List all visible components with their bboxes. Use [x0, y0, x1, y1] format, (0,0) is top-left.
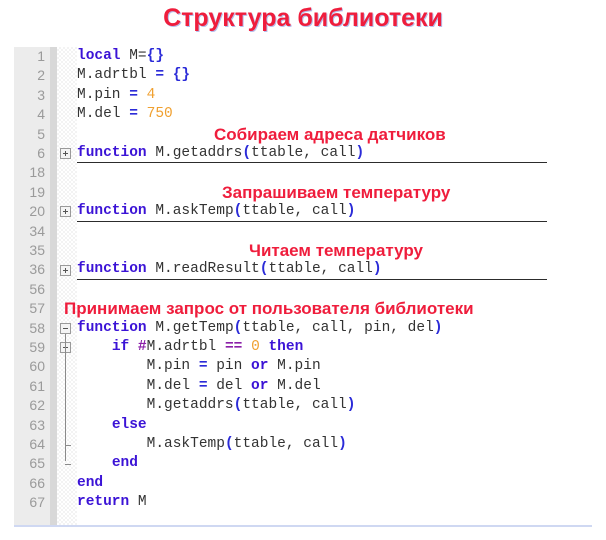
- line-number: 56: [29, 280, 45, 297]
- code-editor[interactable]: 1 local M={} 2 M.adrtbl = {} 3 M.pin = 4 4 M.de…: [14, 47, 592, 527]
- fold-expand-icon[interactable]: [60, 148, 71, 160]
- section-annotation: Собираем адреса датчиков: [214, 124, 446, 144]
- line-number: 4: [37, 106, 45, 123]
- code-line[interactable]: 64 M.askTemp(ttable, call): [14, 435, 592, 454]
- section-annotation: Запрашиваем температуру: [222, 182, 451, 202]
- code-line[interactable]: 66 end: [14, 474, 592, 493]
- line-number: 63: [29, 416, 45, 433]
- code-text: function M.getaddrs(ttable, call): [77, 145, 365, 161]
- line-number: 18: [29, 164, 45, 181]
- code-text: M.pin = 4: [77, 86, 156, 103]
- code-text: local M={}: [77, 48, 165, 64]
- code-line[interactable]: 3 M.pin = 4: [14, 86, 592, 105]
- code-text: M.pin = pin or M.pin: [77, 358, 321, 375]
- declaration-underline: [77, 278, 547, 280]
- code-line[interactable]: 58 function M.getTemp(ttable, call, pin, …: [14, 319, 592, 338]
- code-text: M.del = 750: [77, 106, 173, 123]
- line-number: 60: [29, 358, 45, 375]
- code-text: function M.readResult(ttable, call): [77, 261, 382, 278]
- fold-expand-icon[interactable]: [60, 206, 71, 218]
- section-annotation: Принимаем запрос от пользователя библиот…: [64, 299, 474, 319]
- code-line[interactable]: 60 M.pin = pin or M.pin: [14, 357, 592, 376]
- declaration-underline: [77, 162, 547, 164]
- line-number: 67: [29, 494, 45, 511]
- line-number: 66: [29, 474, 45, 491]
- declaration-underline: [77, 220, 547, 222]
- code-text: return M: [77, 494, 147, 511]
- line-number: 57: [29, 300, 45, 317]
- code-line[interactable]: 1 local M={}: [14, 47, 592, 66]
- line-number: 5: [37, 125, 45, 142]
- code-text: M.getaddrs(ttable, call): [77, 397, 356, 414]
- code-text: function M.askTemp(ttable, call): [77, 203, 356, 220]
- code-line[interactable]: 18: [14, 163, 592, 182]
- code-line[interactable]: 56: [14, 280, 592, 299]
- fold-expand-icon[interactable]: [60, 264, 71, 276]
- code-line[interactable]: 6 function M.getaddrs(ttable, call): [14, 144, 592, 163]
- line-number: 2: [37, 67, 45, 84]
- code-line[interactable]: 36 function M.readResult(ttable, call): [14, 260, 592, 279]
- line-number: 61: [29, 377, 45, 394]
- code-text: M.adrtbl = {}: [77, 67, 191, 84]
- code-line[interactable]: 63 else: [14, 416, 592, 435]
- line-number: 6: [37, 145, 45, 161]
- line-number: 3: [37, 86, 45, 103]
- code-line[interactable]: 34: [14, 222, 592, 241]
- code-line[interactable]: 2 M.adrtbl = {}: [14, 66, 592, 85]
- fold-end-marker-inner: [65, 445, 71, 446]
- line-number: 36: [29, 261, 45, 278]
- section-annotation: Читаем температуру: [249, 241, 423, 260]
- code-text: end: [77, 474, 104, 491]
- code-text: end: [111, 455, 138, 472]
- code-text: else: [111, 416, 147, 433]
- code-text: function M.getTemp(ttable, call, pin, de…: [77, 319, 443, 336]
- line-number: 59: [29, 339, 45, 355]
- fold-end-marker-outer: [65, 464, 71, 466]
- fold-collapse-icon[interactable]: [60, 322, 71, 334]
- code-text: M.askTemp(ttable, call): [77, 436, 347, 452]
- line-number: 65: [29, 455, 45, 472]
- line-number: 35: [29, 242, 45, 258]
- code-line[interactable]: 65 end: [14, 454, 592, 473]
- line-number: 64: [29, 436, 45, 452]
- line-number: 58: [29, 319, 45, 336]
- line-number: 34: [29, 222, 45, 239]
- code-line[interactable]: 59 if #M.adrtbl == 0 then: [14, 338, 592, 357]
- code-text: if #M.adrtbl == 0 then: [111, 339, 304, 355]
- line-number: 19: [29, 183, 45, 200]
- code-line[interactable]: 62 M.getaddrs(ttable, call): [14, 396, 592, 415]
- line-number: 62: [29, 397, 45, 414]
- code-line[interactable]: 67 return M: [14, 493, 592, 512]
- page-title: Структура библиотеки: [163, 4, 443, 32]
- line-number: 20: [29, 203, 45, 220]
- code-line[interactable]: 20 function M.askTemp(ttable, call): [14, 202, 592, 221]
- code-text: M.del = del or M.del: [77, 377, 321, 394]
- code-line[interactable]: 4 M.del = 750: [14, 105, 592, 124]
- code-line[interactable]: 61 M.del = del or M.del: [14, 377, 592, 396]
- line-number: 1: [37, 48, 45, 64]
- fold-guide-line-inner: [65, 353, 66, 442]
